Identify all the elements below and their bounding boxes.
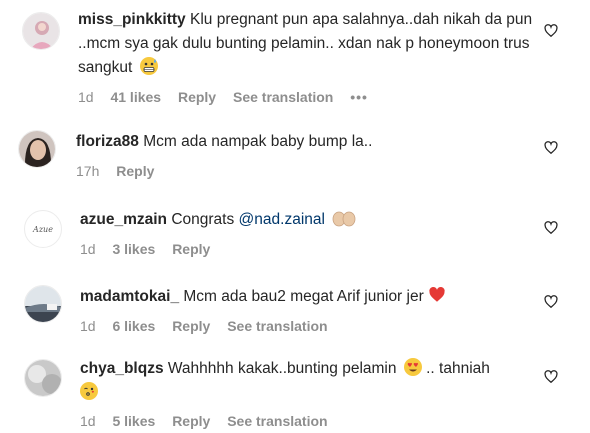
comment-meta: 1d 41 likes Reply See translation •••	[78, 85, 538, 109]
comment-time: 1d	[80, 241, 96, 257]
grimacing-sweat-emoji-icon	[139, 57, 158, 75]
heart-outline-icon[interactable]	[544, 221, 558, 235]
face-blowing-kiss-emoji-icon	[80, 382, 98, 400]
comment-time: 17h	[76, 163, 100, 179]
reply-button[interactable]: Reply	[172, 318, 210, 334]
heart-outline-icon[interactable]	[544, 370, 558, 384]
likes-count[interactable]: 41 likes	[110, 89, 161, 105]
likes-count[interactable]: 6 likes	[112, 318, 155, 334]
see-translation-button[interactable]: See translation	[227, 318, 327, 334]
heart-outline-icon[interactable]	[544, 295, 558, 309]
likes-count[interactable]: 3 likes	[112, 241, 155, 257]
heart-outline-icon[interactable]	[544, 24, 558, 38]
comment-body: chya_blqzs Wahhhhh kakak..bunting pelami…	[80, 357, 520, 433]
username[interactable]: azue_mzain	[80, 211, 167, 228]
avatar[interactable]	[18, 130, 56, 168]
mention-link[interactable]: @nad.zainal	[239, 211, 325, 228]
comment-text-line: miss_pinkkitty Klu pregnant pun apa sala…	[78, 8, 538, 80]
comment-text: Mcm ada bau2 megat Arif junior jer	[183, 288, 424, 305]
see-translation-button[interactable]: See translation	[233, 89, 333, 105]
avatar[interactable]	[22, 12, 60, 50]
avatar[interactable]	[24, 285, 62, 323]
comment-time: 1d	[80, 413, 96, 429]
reply-button[interactable]: Reply	[116, 163, 154, 179]
username[interactable]: madamtokai_	[80, 288, 179, 305]
more-options-icon[interactable]: •••	[350, 89, 368, 105]
comment-time: 1d	[78, 89, 94, 105]
comment-meta: 1d 3 likes Reply	[80, 237, 540, 261]
comment-text-line	[80, 381, 520, 405]
comment-body: azue_mzain Congrats @nad.zainal 1d 3 lik…	[80, 208, 540, 261]
reply-button[interactable]: Reply	[178, 89, 216, 105]
red-heart-emoji-icon	[428, 286, 446, 304]
comment-time: 1d	[80, 318, 96, 334]
comment-text: Wahhhhh kakak..bunting pelamin	[167, 360, 397, 377]
comment-meta: 1d 6 likes Reply See translation	[80, 314, 540, 338]
reply-button[interactable]: Reply	[172, 413, 210, 429]
comment-text-line: chya_blqzs Wahhhhh kakak..bunting pelami…	[80, 357, 520, 381]
username[interactable]: miss_pinkkitty	[78, 11, 186, 28]
avatar[interactable]	[24, 359, 62, 397]
comment-body: miss_pinkkitty Klu pregnant pun apa sala…	[78, 8, 538, 109]
comment-body: floriza88 Mcm ada nampak baby bump la.. …	[76, 130, 536, 183]
open-hands-emoji-icon	[332, 209, 356, 227]
comment-text: Congrats	[171, 211, 235, 228]
reply-button[interactable]: Reply	[172, 241, 210, 257]
comment-meta: 1d 5 likes Reply See translation	[80, 409, 520, 433]
heart-outline-icon[interactable]	[544, 141, 558, 155]
comment-text: Mcm ada nampak baby bump la..	[143, 133, 373, 150]
comment-text-line: floriza88 Mcm ada nampak baby bump la..	[76, 130, 536, 154]
comment-text-continued: .. tahniah	[426, 360, 490, 377]
heart-eyes-emoji-icon	[403, 358, 422, 376]
comment-meta: 17h Reply	[76, 159, 536, 183]
avatar-logo-text: Azue	[33, 224, 53, 234]
comment-text-line: madamtokai_ Mcm ada bau2 megat Arif juni…	[80, 285, 540, 309]
comment-body: madamtokai_ Mcm ada bau2 megat Arif juni…	[80, 285, 540, 338]
see-translation-button[interactable]: See translation	[227, 413, 327, 429]
avatar[interactable]: Azue	[24, 210, 62, 248]
username[interactable]: chya_blqzs	[80, 360, 164, 377]
username[interactable]: floriza88	[76, 133, 139, 150]
comment-text-line: azue_mzain Congrats @nad.zainal	[80, 208, 540, 232]
likes-count[interactable]: 5 likes	[112, 413, 155, 429]
